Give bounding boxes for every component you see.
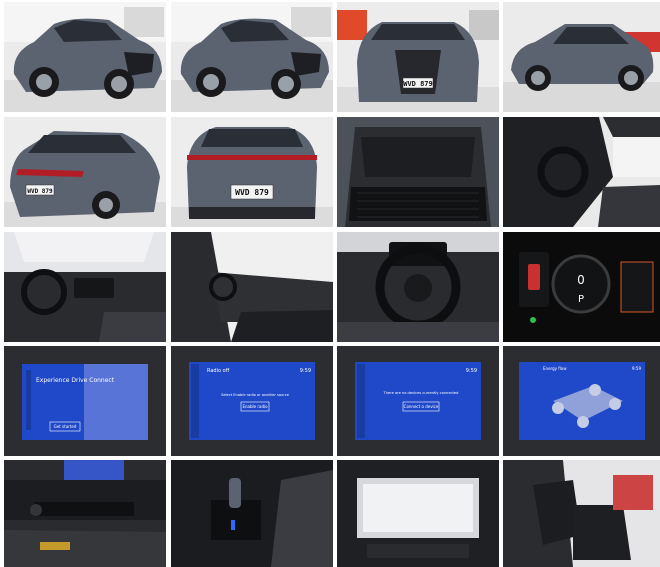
photo-exterior-rear-three-quarter[interactable]: WVD 879 — [4, 117, 166, 227]
photo-gear-shifter[interactable] — [171, 460, 333, 567]
photo-driver-door-interior[interactable] — [503, 117, 660, 227]
speed-readout: 0 — [577, 273, 585, 287]
photo-passenger-side-dashboard[interactable] — [171, 232, 333, 342]
photo-center-console-climate[interactable] — [4, 460, 166, 567]
photo-infotainment-energy-flow[interactable]: Energy flow 9:59 — [503, 346, 660, 456]
plate-text: WVD 879 — [27, 188, 53, 195]
photo-gallery: WVD 879 WVD 879 WVD 879 0 P Experience D… — [0, 0, 660, 567]
photo-exterior-side-profile[interactable] — [503, 2, 660, 112]
plate-text: WVD 879 — [235, 188, 269, 197]
photo-steering-wheel[interactable] — [337, 232, 499, 342]
get-started-button: Get started — [54, 424, 77, 429]
photo-panoramic-sunroof[interactable] — [337, 460, 499, 567]
gear-indicator: P — [578, 294, 584, 305]
photo-cargo-area[interactable] — [337, 117, 499, 227]
photo-exterior-front[interactable]: WVD 879 — [337, 2, 499, 112]
enable-radio-button: Enable radio — [242, 404, 268, 409]
photo-front-seats[interactable] — [503, 460, 660, 567]
clock: 9:59 — [300, 368, 311, 374]
photo-instrument-cluster[interactable]: 0 P — [503, 232, 660, 342]
photo-exterior-front-three-quarter-left-2[interactable] — [171, 2, 333, 112]
clock: 9:59 — [632, 366, 641, 371]
photo-infotainment-audio[interactable]: Radio off 9:59 Select Enable radio or an… — [171, 346, 333, 456]
screen-title: Radio off — [207, 368, 230, 374]
screen-message: There are no devices currently connected — [383, 391, 459, 395]
photo-exterior-front-three-quarter-left[interactable] — [4, 2, 166, 112]
clock: 9:59 — [466, 368, 477, 374]
screen-title: Energy flow — [543, 366, 567, 371]
photo-exterior-rear[interactable]: WVD 879 — [171, 117, 333, 227]
screen-message: Select Enable radio or another source — [221, 393, 290, 397]
photo-cabin-dashboard[interactable] — [4, 232, 166, 342]
connect-device-button: Connect a device — [404, 404, 439, 409]
photo-infotainment-bluetooth[interactable]: 9:59 There are no devices currently conn… — [337, 346, 499, 456]
screen-title: Experience Drive Connect — [36, 377, 115, 384]
photo-infotainment-home[interactable]: Experience Drive Connect Get started — [4, 346, 166, 456]
plate-text: WVD 879 — [403, 80, 433, 88]
